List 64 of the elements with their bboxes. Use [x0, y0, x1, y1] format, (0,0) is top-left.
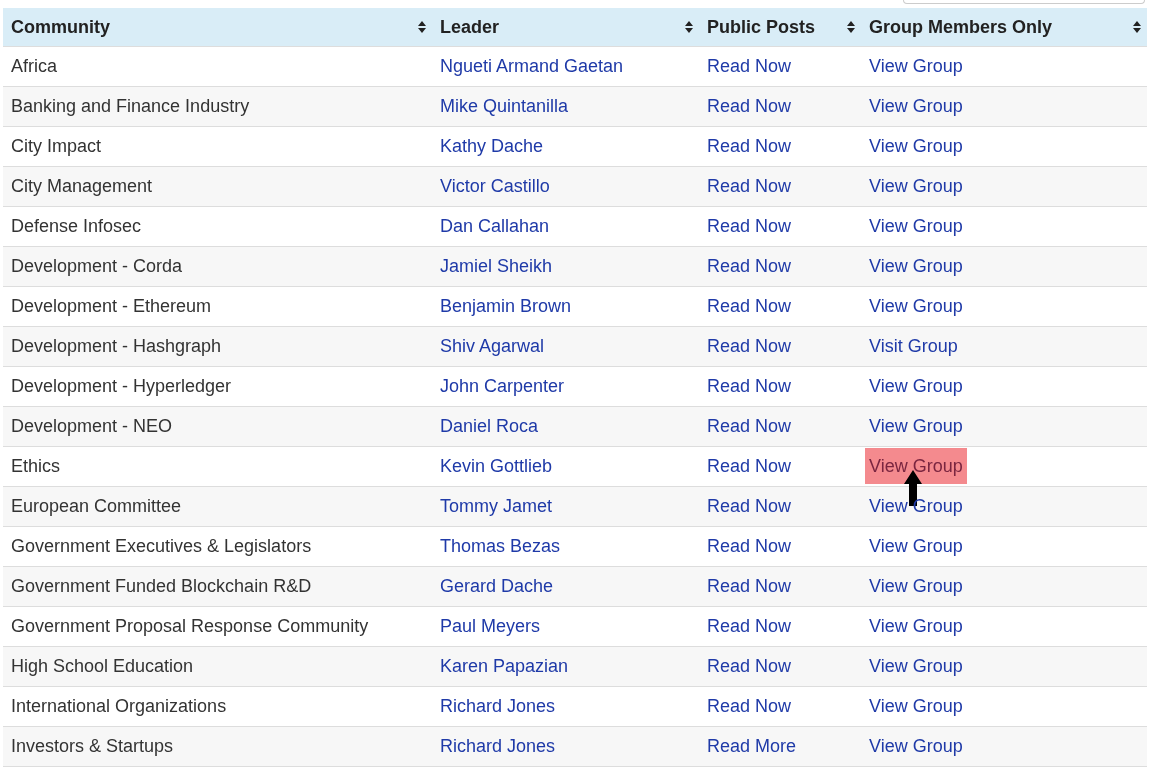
leader-link[interactable]: Benjamin Brown — [440, 296, 572, 316]
group-link[interactable]: View Group — [869, 136, 963, 156]
group-link[interactable]: View Group — [869, 56, 963, 76]
read-link[interactable]: Read Now — [707, 216, 792, 236]
leader-link[interactable]: John Carpenter — [440, 376, 565, 396]
sort-icon — [1133, 21, 1141, 33]
leader-link[interactable]: Shiv Agarwal — [440, 336, 545, 356]
group-link[interactable]: View Group — [869, 736, 963, 756]
community-name: European Committee — [11, 496, 182, 516]
read-link[interactable]: Read Now — [707, 456, 792, 476]
leader-link[interactable]: Kathy Dache — [440, 136, 544, 156]
read-link[interactable]: Read Now — [707, 56, 792, 76]
group-link[interactable]: View Group — [869, 696, 963, 716]
leader-link[interactable]: Ngueti Armand Gaetan — [440, 56, 624, 76]
group-link[interactable]: View Group — [869, 616, 963, 636]
community-name: High School Education — [11, 656, 194, 676]
community-name: Development - Hashgraph — [11, 336, 222, 356]
group-link[interactable]: View Group — [865, 448, 967, 484]
community-name: Defense Infosec — [11, 216, 142, 236]
group-link[interactable]: View Group — [869, 416, 963, 436]
group-link[interactable]: View Group — [869, 296, 963, 316]
leader-link[interactable]: Thomas Bezas — [440, 536, 561, 556]
column-header[interactable]: Community — [3, 8, 432, 47]
leader-link[interactable]: Richard Jones — [440, 696, 556, 716]
leader-link[interactable]: Kevin Gottlieb — [440, 456, 553, 476]
community-name: International Organizations — [11, 696, 227, 716]
community-name: City Management — [11, 176, 153, 196]
read-link[interactable]: Read Now — [707, 536, 792, 556]
community-name: City Impact — [11, 136, 102, 156]
column-header[interactable]: Leader — [432, 8, 699, 47]
group-link[interactable]: View Group — [869, 496, 963, 516]
community-name: Development - NEO — [11, 416, 173, 436]
group-link[interactable]: View Group — [869, 256, 963, 276]
community-name: Development - Ethereum — [11, 296, 212, 316]
community-name: Africa — [11, 56, 57, 76]
group-link[interactable]: View Group — [869, 536, 963, 556]
leader-link[interactable]: Paul Meyers — [440, 616, 541, 636]
group-link[interactable]: View Group — [869, 216, 963, 236]
community-name: Development - Hyperledger — [11, 376, 232, 396]
sort-icon — [847, 21, 855, 33]
read-link[interactable]: Read Now — [707, 616, 792, 636]
group-link[interactable]: View Group — [869, 96, 963, 116]
group-link[interactable]: View Group — [869, 176, 963, 196]
leader-link[interactable]: Daniel Roca — [440, 416, 539, 436]
column-header[interactable]: Public Posts — [699, 8, 861, 47]
community-name: Government Funded Blockchain R&D — [11, 576, 312, 596]
group-link[interactable]: View Group — [869, 656, 963, 676]
community-name: Government Proposal Response Community — [11, 616, 369, 636]
sort-icon — [418, 21, 426, 33]
read-link[interactable]: Read Now — [707, 376, 792, 396]
sort-icon — [685, 21, 693, 33]
community-name: Ethics — [11, 456, 61, 476]
column-header[interactable]: Group Members Only — [861, 8, 1147, 47]
read-link[interactable]: Read Now — [707, 296, 792, 316]
community-name: Banking and Finance Industry — [11, 96, 250, 116]
group-link[interactable]: View Group — [869, 576, 963, 596]
read-link[interactable]: Read Now — [707, 696, 792, 716]
group-link[interactable]: View Group — [869, 376, 963, 396]
leader-link[interactable]: Dan Callahan — [440, 216, 550, 236]
read-link[interactable]: Read Now — [707, 136, 792, 156]
group-link[interactable]: Visit Group — [869, 336, 958, 356]
community-name: Investors & Startups — [11, 736, 174, 756]
community-name: Government Executives & Legislators — [11, 536, 312, 556]
community-name: Development - Corda — [11, 256, 183, 276]
